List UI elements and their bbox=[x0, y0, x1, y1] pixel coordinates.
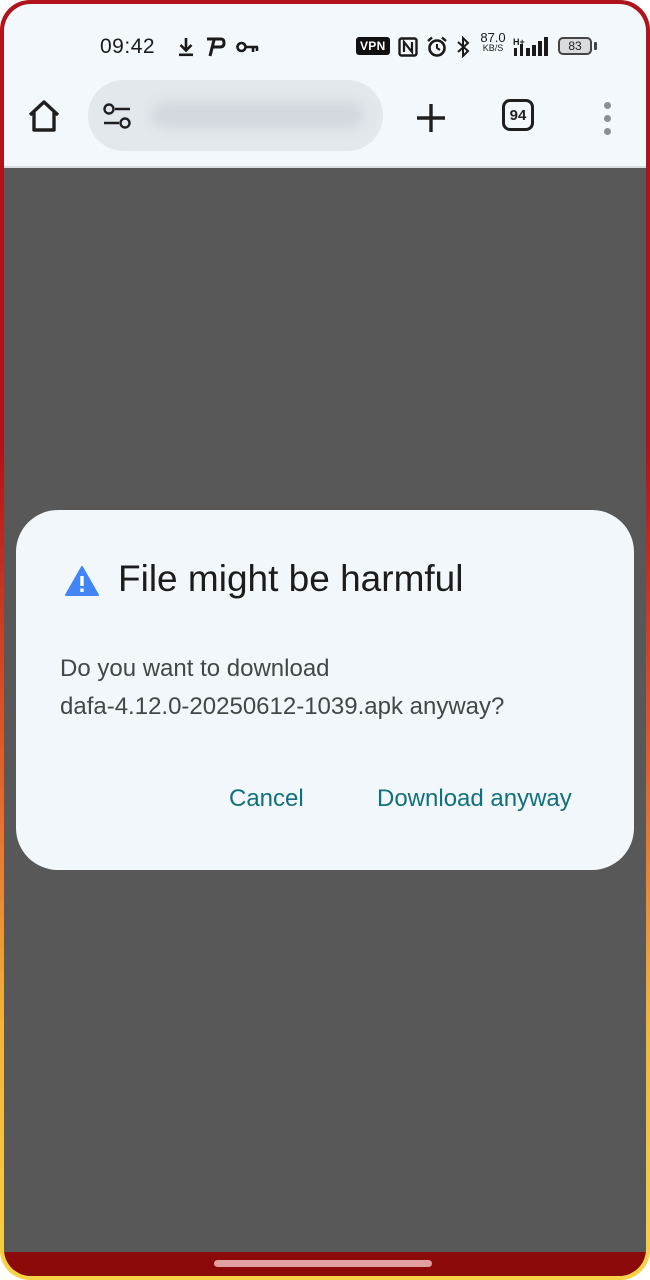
tune-icon[interactable] bbox=[102, 102, 132, 130]
battery-tip bbox=[594, 42, 597, 50]
new-tab-button[interactable] bbox=[409, 96, 453, 140]
p-app-icon bbox=[204, 36, 226, 58]
menu-dot bbox=[603, 101, 611, 109]
tab-switcher-button[interactable]: 94 bbox=[502, 99, 534, 131]
nfc-icon bbox=[397, 36, 419, 58]
network-type: H+ bbox=[513, 37, 525, 47]
cancel-button[interactable]: Cancel bbox=[229, 785, 304, 813]
status-bar: 09:42 VPN 87.0 KB/S H+ 83 bbox=[4, 30, 646, 64]
harmful-file-dialog: File might be harmful Do you want to dow… bbox=[16, 510, 634, 870]
dialog-message-line1: Do you want to download bbox=[60, 655, 330, 682]
warning-icon bbox=[65, 566, 99, 596]
signal-icon: H+ bbox=[512, 36, 552, 58]
address-bar[interactable] bbox=[88, 80, 383, 151]
gesture-bar bbox=[4, 1252, 646, 1276]
home-button[interactable] bbox=[22, 94, 66, 138]
toolbar-divider bbox=[4, 166, 646, 168]
dialog-title: File might be harmful bbox=[118, 558, 464, 599]
alarm-icon bbox=[425, 36, 449, 58]
bluetooth-icon bbox=[454, 36, 472, 58]
download-icon bbox=[176, 36, 196, 58]
dialog-message-line2: dafa-4.12.0-20250612-1039.apk anyway? bbox=[60, 693, 505, 720]
screen: 09:42 VPN 87.0 KB/S H+ 83 94 File might … bbox=[4, 4, 646, 1276]
menu-dot bbox=[603, 114, 611, 122]
home-icon bbox=[28, 100, 60, 132]
network-speed: 87.0 KB/S bbox=[478, 30, 508, 54]
more-vert-icon[interactable] bbox=[592, 98, 622, 138]
dialog-message: Do you want to download dafa-4.12.0-2025… bbox=[60, 650, 600, 726]
key-icon bbox=[236, 36, 260, 58]
battery-indicator: 83 bbox=[558, 37, 592, 55]
vpn-badge: VPN bbox=[356, 37, 390, 55]
status-time: 09:42 bbox=[100, 35, 156, 58]
download-anyway-button[interactable]: Download anyway bbox=[377, 785, 572, 813]
url-redacted bbox=[152, 102, 364, 128]
browser-chrome: 09:42 VPN 87.0 KB/S H+ 83 94 bbox=[4, 4, 646, 166]
gesture-handle[interactable] bbox=[214, 1260, 432, 1267]
plus-icon bbox=[417, 104, 445, 132]
device-frame: 09:42 VPN 87.0 KB/S H+ 83 94 File might … bbox=[0, 0, 650, 1280]
menu-dot bbox=[603, 127, 611, 135]
net-speed-value: 87.0 bbox=[480, 30, 506, 45]
